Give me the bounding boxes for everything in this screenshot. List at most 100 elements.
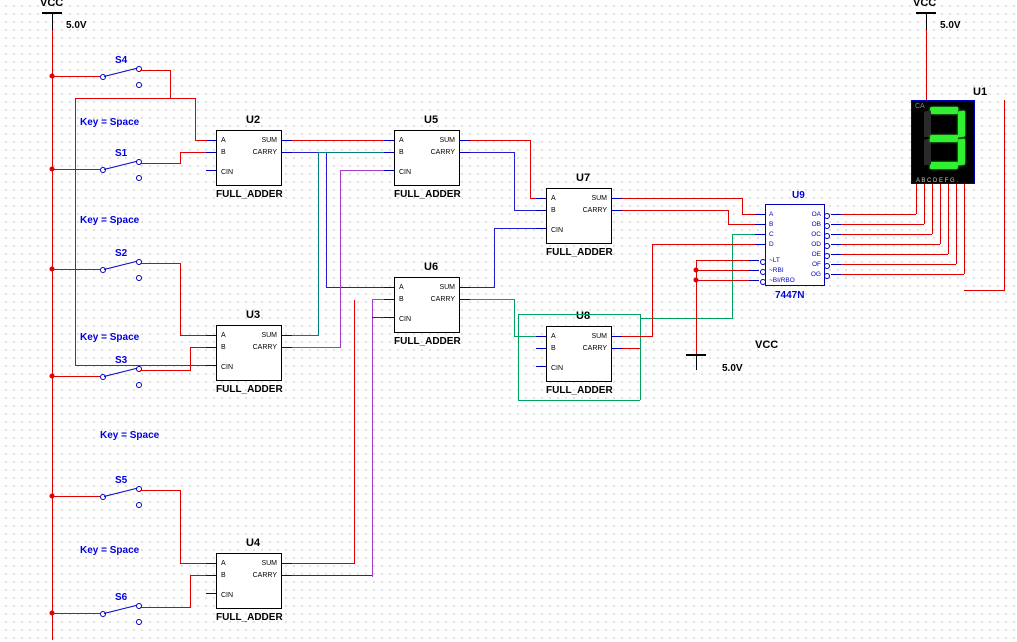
vcc-label-center: VCC	[755, 339, 778, 351]
pin-b: B	[221, 572, 226, 579]
wire	[75, 365, 206, 366]
pin-stub	[206, 347, 216, 348]
pin-stub	[206, 593, 216, 594]
wire	[841, 234, 932, 235]
pin-b: B	[221, 149, 226, 156]
pin-b: B	[399, 149, 404, 156]
pin-stub	[460, 152, 470, 153]
wire	[292, 575, 372, 576]
pin-stub	[749, 270, 759, 271]
schematic-canvas: VCC 5.0V VCC 5.0V VCC 5.0V S4 Key = Spac…	[0, 0, 1017, 642]
pin-carry: CARRY	[253, 149, 277, 156]
u1-ref: U1	[973, 86, 987, 98]
volt-label-left: 5.0V	[66, 20, 87, 31]
pin-stub	[831, 244, 841, 245]
u8-part: FULL_ADDER	[546, 385, 613, 396]
wire	[956, 184, 957, 264]
wire	[841, 264, 956, 265]
pin-a: A	[221, 560, 226, 567]
pin-stub	[206, 152, 216, 153]
full-adder-u3[interactable]: A B CIN SUM CARRY	[216, 325, 282, 381]
inverter-bubble-icon	[824, 223, 830, 229]
pin-oe: OE	[812, 251, 821, 258]
wire	[140, 370, 190, 371]
key-label: Key = Space	[80, 332, 139, 343]
pin-rbi: ~RBI	[769, 267, 784, 274]
seven-segment-digit-icon	[924, 107, 964, 169]
pin-cin: CIN	[551, 365, 563, 372]
wire	[652, 244, 653, 337]
pin-stub	[612, 198, 622, 199]
pin-stub	[831, 224, 841, 225]
pin-stub	[282, 140, 292, 141]
wire	[180, 152, 181, 164]
pin-stub	[831, 234, 841, 235]
seven-segment-display[interactable]: CA A B C D E F G .	[911, 100, 975, 184]
full-adder-u5[interactable]: A B CIN SUM CARRY	[394, 130, 460, 186]
pin-od: OD	[811, 241, 821, 248]
pin-b: B	[221, 344, 226, 351]
wire	[292, 347, 340, 348]
pin-stub	[384, 152, 394, 153]
wire	[841, 214, 916, 215]
pin-stub	[282, 152, 292, 153]
pin-cin: CIN	[221, 592, 233, 599]
pin-stub	[206, 563, 216, 564]
pin-birbo: ~BI/RBO	[769, 277, 795, 284]
u6-part: FULL_ADDER	[394, 336, 461, 347]
pin-sum: SUM	[439, 284, 455, 291]
segment-a	[930, 107, 959, 114]
key-label: Key = Space	[100, 430, 159, 441]
pin-stub	[536, 198, 546, 199]
pin-stub	[536, 210, 546, 211]
pin-carry: CARRY	[431, 296, 455, 303]
wire	[494, 228, 495, 288]
wire	[696, 270, 749, 271]
key-label: Key = Space	[80, 215, 139, 226]
wire	[180, 563, 206, 564]
pin-stub	[612, 336, 622, 337]
wire	[622, 198, 742, 199]
wire	[180, 335, 206, 336]
full-adder-u2[interactable]: A B CIN SUM CARRY	[216, 130, 282, 186]
pin-a: A	[769, 211, 773, 218]
wire	[742, 198, 743, 214]
wire	[640, 318, 732, 319]
full-adder-u6[interactable]: A B SUM CARRY CIN	[394, 277, 460, 333]
junction-dot	[50, 494, 55, 499]
wire	[292, 140, 384, 141]
decoder-7447n[interactable]: A B C D ~LT ~RBI ~BI/RBO OA OB OC OD OE …	[765, 204, 825, 286]
pin-stub	[749, 260, 759, 261]
wire	[964, 184, 965, 274]
wire	[340, 170, 341, 348]
full-adder-u7[interactable]: A B CIN SUM CARRY	[546, 188, 612, 244]
u3-part: FULL_ADDER	[216, 384, 283, 395]
wire	[180, 490, 181, 563]
pin-b: B	[769, 221, 773, 228]
wire	[372, 299, 384, 300]
pin-cin: CIN	[399, 316, 411, 323]
wire	[75, 98, 195, 99]
wire	[926, 12, 927, 30]
full-adder-u4[interactable]: A B CIN SUM CARRY	[216, 553, 282, 609]
pin-carry: CARRY	[583, 345, 607, 352]
inverter-bubble-icon	[824, 253, 830, 259]
pin-stub	[384, 140, 394, 141]
pin-stub	[536, 336, 546, 337]
wire	[622, 348, 640, 349]
wire	[326, 152, 327, 287]
wire	[518, 314, 519, 400]
inverter-bubble-icon	[824, 263, 830, 269]
pin-a: A	[399, 137, 404, 144]
pin-stub	[755, 244, 765, 245]
junction-dot	[694, 278, 699, 283]
u7-ref: U7	[576, 172, 590, 184]
wire	[530, 140, 531, 198]
u9-ref: U9	[792, 190, 805, 201]
pin-stub	[536, 366, 546, 367]
wire	[340, 170, 384, 171]
wire	[195, 140, 207, 141]
wire	[916, 184, 917, 214]
full-adder-u8[interactable]: A B CIN SUM CARRY	[546, 326, 612, 382]
pin-stub	[384, 170, 394, 171]
